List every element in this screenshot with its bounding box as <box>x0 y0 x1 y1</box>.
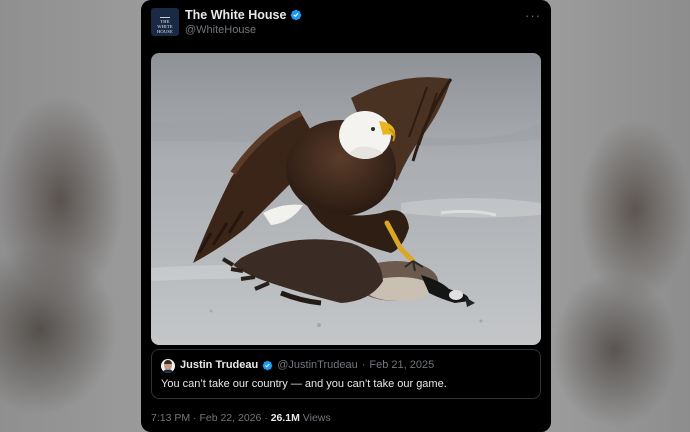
author-display-name[interactable]: The White House <box>185 8 286 22</box>
views-count: 26.1M <box>270 412 300 424</box>
tweet-image[interactable] <box>151 53 541 345</box>
background-blur-left <box>0 0 150 432</box>
eagle-goose-photo <box>151 53 541 345</box>
views-label: Views <box>302 412 331 424</box>
author-name-row: The White House <box>185 8 302 22</box>
tweet-header: THE WHITE HOUSE The White House @WhiteHo… <box>151 6 541 40</box>
quoted-author-avatar[interactable] <box>161 359 175 373</box>
meta-separator: · <box>264 412 268 424</box>
quoted-author-handle[interactable]: @JustinTrudeau <box>277 359 357 371</box>
quoted-tweet-text: You can’t take our country — and you can… <box>161 378 447 390</box>
tweet-meta: 7:13 PM · Feb 22, 2026 · 26.1M Views <box>151 412 331 424</box>
verified-badge-icon <box>262 360 273 370</box>
tweet-time[interactable]: 7:13 PM <box>151 412 190 424</box>
quoted-author-row: Justin Trudeau @JustinTrudeau · Feb 21, … <box>180 359 434 371</box>
author-handle[interactable]: @WhiteHouse <box>185 24 256 36</box>
meta-separator: · <box>193 412 197 424</box>
white-house-seal-icon <box>160 11 170 18</box>
quoted-date[interactable]: Feb 21, 2025 <box>369 359 434 371</box>
background-blur-right <box>545 0 690 432</box>
quoted-separator: · <box>361 359 366 371</box>
tweet-card: THE WHITE HOUSE The White House @WhiteHo… <box>141 0 551 432</box>
more-options-icon[interactable]: ··· <box>525 8 541 23</box>
avatar-hair <box>164 360 172 364</box>
quoted-author-name[interactable]: Justin Trudeau <box>180 359 258 371</box>
white-house-avatar[interactable]: THE WHITE HOUSE <box>151 8 179 36</box>
quoted-tweet[interactable]: Justin Trudeau @JustinTrudeau · Feb 21, … <box>151 349 541 399</box>
verified-badge-icon <box>291 9 302 21</box>
tweet-date[interactable]: Feb 22, 2026 <box>199 412 261 424</box>
avatar-text-line: HOUSE <box>156 28 173 34</box>
